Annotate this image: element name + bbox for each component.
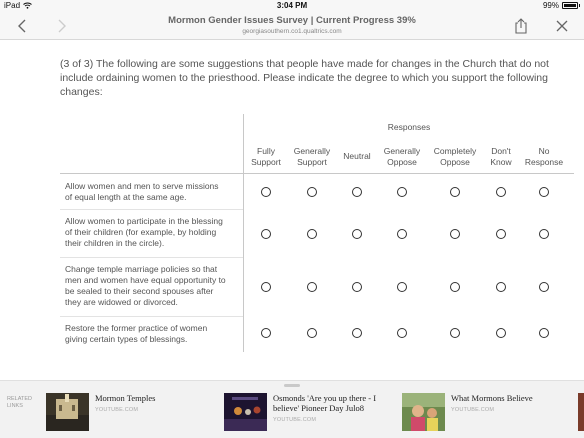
share-button[interactable]	[509, 14, 533, 38]
column-header: Don't Know	[490, 146, 512, 167]
back-chevron-icon	[18, 19, 26, 33]
column-header: Neutral	[343, 151, 371, 161]
radio-row3-generally-support[interactable]	[307, 282, 317, 292]
radio-row1-completely-oppose[interactable]	[450, 187, 460, 197]
share-icon	[515, 18, 527, 34]
row-label: Change temple marriage policies so that m…	[65, 264, 226, 307]
radio-row2-neutral[interactable]	[352, 229, 362, 239]
row-label: Restore the former practice of women givi…	[65, 323, 208, 344]
row-label: Allow women and men to serve missions of …	[65, 181, 219, 202]
radio-row2-completely-oppose[interactable]	[450, 229, 460, 239]
radio-row4-fully-support[interactable]	[261, 328, 271, 338]
radio-row1-generally-oppose[interactable]	[397, 187, 407, 197]
video-thumbnail	[402, 393, 445, 431]
radio-row3-fully-support[interactable]	[261, 282, 271, 292]
radio-row4-neutral[interactable]	[352, 328, 362, 338]
radio-row4-generally-oppose[interactable]	[397, 328, 407, 338]
radio-row2-generally-support[interactable]	[307, 229, 317, 239]
radio-row3-no-response[interactable]	[539, 282, 549, 292]
radio-row1-generally-support[interactable]	[307, 187, 317, 197]
column-header: No Response	[524, 146, 564, 167]
video-thumbnail	[224, 393, 267, 431]
radio-row4-dont-know[interactable]	[496, 328, 506, 338]
question-text: (3 of 3) The following are some suggesti…	[60, 58, 549, 98]
row-divider	[60, 316, 243, 317]
close-icon	[556, 20, 568, 32]
row-divider	[60, 257, 243, 258]
related-link-title: Osmonds 'Are you up there - Ibelieve' Pi…	[273, 393, 377, 413]
radio-row2-fully-support[interactable]	[261, 229, 271, 239]
forward-chevron-icon	[58, 19, 66, 33]
related-link-source: YOUTUBE.COM	[273, 417, 317, 423]
related-link-source: YOUTUBE.COM	[451, 407, 495, 413]
related-link-item[interactable]: Mormon Temples YOUTUBE.COM	[46, 393, 206, 431]
related-links-bar: RELATEDLINKS Mormon Temples YOUTUBE.COM	[0, 380, 584, 438]
status-bar: iPad 3:04 PM 99%	[0, 0, 584, 12]
header-divider	[60, 173, 574, 174]
related-link-item[interactable]: Osmonds 'Are you up there - Ibelieve' Pi…	[224, 393, 394, 431]
radio-row1-no-response[interactable]	[539, 187, 549, 197]
radio-row2-no-response[interactable]	[539, 229, 549, 239]
related-link-title: Mormon Temples	[95, 393, 156, 403]
column-header: Fully Support	[251, 146, 281, 167]
column-header: Generally Support	[293, 146, 331, 167]
radio-row4-generally-support[interactable]	[307, 328, 317, 338]
related-link-item[interactable]: What Mormons Believe YOUTUBE.COM	[402, 393, 572, 431]
status-time: 3:04 PM	[276, 1, 308, 10]
battery-percent: 99%	[542, 1, 559, 10]
related-link-title: What Mormons Believe	[451, 393, 533, 403]
browser-nav-bar: Mormon Gender Issues Survey | Current Pr…	[0, 12, 584, 40]
radio-row3-generally-oppose[interactable]	[397, 282, 407, 292]
video-thumbnail	[46, 393, 89, 431]
drawer-handle[interactable]	[284, 384, 300, 387]
column-header: Generally Oppose	[383, 146, 421, 167]
column-header: Completely Oppose	[433, 146, 477, 167]
matrix-divider	[243, 114, 244, 352]
radio-row1-neutral[interactable]	[352, 187, 362, 197]
related-link-source: YOUTUBE.COM	[95, 407, 139, 413]
radio-row1-dont-know[interactable]	[496, 187, 506, 197]
radio-row3-dont-know[interactable]	[496, 282, 506, 292]
radio-row4-completely-oppose[interactable]	[450, 328, 460, 338]
back-button[interactable]	[10, 14, 34, 38]
radio-row4-no-response[interactable]	[539, 328, 549, 338]
page-url[interactable]: georgiasouthern.co1.qualtrics.com	[120, 28, 464, 35]
radio-row2-dont-know[interactable]	[496, 229, 506, 239]
row-divider	[60, 209, 243, 210]
page-title: Mormon Gender Issues Survey | Current Pr…	[168, 15, 416, 26]
related-links-label: RELATED LINKS	[7, 396, 32, 409]
radio-row3-neutral[interactable]	[352, 282, 362, 292]
radio-row2-generally-oppose[interactable]	[397, 229, 407, 239]
radio-row1-fully-support[interactable]	[261, 187, 271, 197]
status-right: 99%	[543, 1, 580, 10]
forward-button[interactable]	[50, 14, 74, 38]
more-thumbnail-edge	[578, 393, 584, 431]
battery-icon	[562, 2, 578, 9]
radio-row3-completely-oppose[interactable]	[450, 282, 460, 292]
row-label: Allow women to participate in the blessi…	[65, 216, 223, 248]
responses-header: Responses	[387, 122, 431, 132]
close-button[interactable]	[550, 14, 574, 38]
